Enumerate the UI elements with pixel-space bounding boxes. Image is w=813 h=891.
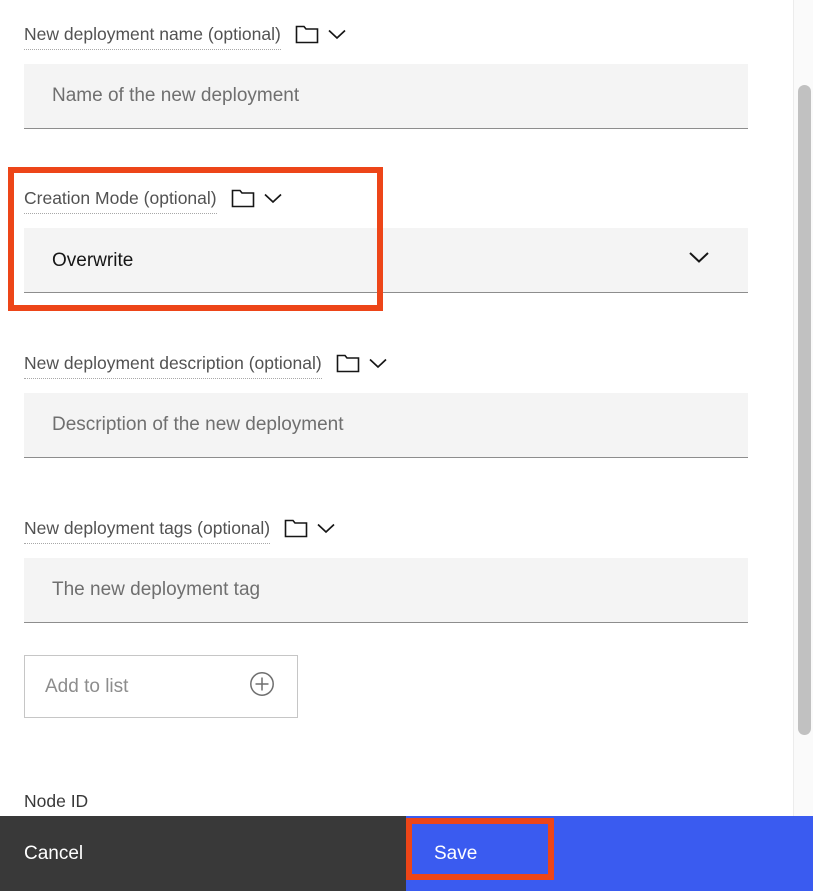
label-icon-group xyxy=(336,353,389,373)
form-scroll-area: New deployment name (optional) Name of t… xyxy=(0,0,793,816)
add-circle-icon[interactable] xyxy=(249,671,275,703)
input-placeholder: The new deployment tag xyxy=(52,579,261,600)
save-button[interactable]: Save xyxy=(406,816,813,891)
action-bar: Cancel Save xyxy=(0,816,813,891)
add-to-list-label: Add to list xyxy=(45,675,129,697)
field-label-node-id: Node ID xyxy=(24,791,89,811)
input-placeholder: Description of the new deployment xyxy=(52,414,344,435)
folder-icon[interactable] xyxy=(336,353,360,373)
select-creation-mode[interactable]: Overwrite xyxy=(24,228,748,293)
input-new-deployment-description[interactable]: Description of the new deployment xyxy=(24,393,748,458)
field-label-new-deployment-description: New deployment description (optional) xyxy=(24,350,322,379)
chevron-down-icon[interactable] xyxy=(686,249,712,271)
label-icon-group xyxy=(284,518,337,538)
chevron-down-icon[interactable] xyxy=(326,27,348,41)
field-label-row: New deployment description (optional) xyxy=(0,350,793,379)
field-group-creation-mode: Creation Mode (optional) xyxy=(0,185,793,214)
field-group-new-deployment-description: New deployment description (optional) xyxy=(0,350,793,379)
select-creation-mode-value: Overwrite xyxy=(52,249,134,271)
field-group-new-deployment-name: New deployment name (optional) xyxy=(0,21,793,50)
input-placeholder: Name of the new deployment xyxy=(52,85,300,106)
field-group-new-deployment-tags: New deployment tags (optional) xyxy=(0,515,793,544)
chevron-down-icon[interactable] xyxy=(315,521,337,535)
field-label-new-deployment-tags: New deployment tags (optional) xyxy=(24,515,271,544)
vertical-scrollbar-thumb[interactable] xyxy=(798,85,811,735)
field-label-new-deployment-name: New deployment name (optional) xyxy=(24,21,281,50)
save-button-label: Save xyxy=(434,842,478,864)
input-new-deployment-name[interactable]: Name of the new deployment xyxy=(24,64,748,129)
field-label-row: New deployment name (optional) xyxy=(0,21,793,50)
add-to-list-button[interactable]: Add to list xyxy=(24,655,298,718)
label-icon-group xyxy=(295,24,348,44)
folder-icon[interactable] xyxy=(295,24,319,44)
field-label-row: Creation Mode (optional) xyxy=(0,185,793,214)
chevron-down-icon[interactable] xyxy=(262,191,284,205)
cancel-button[interactable]: Cancel xyxy=(0,816,406,891)
vertical-scrollbar-track[interactable] xyxy=(793,0,813,816)
label-icon-group xyxy=(231,188,284,208)
field-label-creation-mode: Creation Mode (optional) xyxy=(24,185,217,214)
field-label-row: New deployment tags (optional) xyxy=(0,515,793,544)
folder-icon[interactable] xyxy=(284,518,308,538)
input-new-deployment-tags[interactable]: The new deployment tag xyxy=(24,558,748,623)
chevron-down-icon[interactable] xyxy=(367,356,389,370)
cancel-button-label: Cancel xyxy=(24,842,84,864)
folder-icon[interactable] xyxy=(231,188,255,208)
